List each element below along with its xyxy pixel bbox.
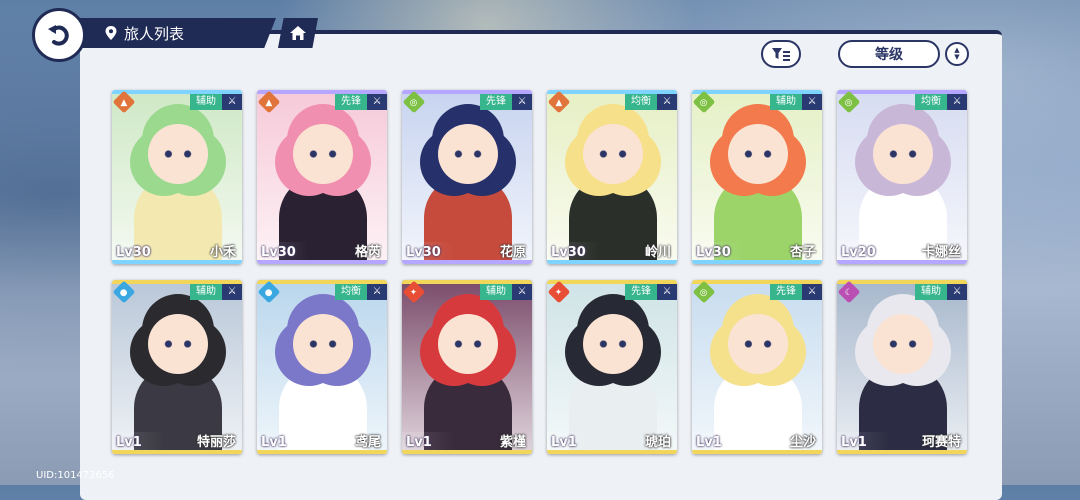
caret-down-icon: ▼ <box>954 53 960 61</box>
character-name: 格芮 <box>354 245 381 260</box>
title-bar: 旅人列表 <box>80 18 276 48</box>
role-label: 均衡 <box>625 94 657 110</box>
role-badge: 均衡 ⚔ <box>915 94 967 110</box>
character-level: Lv1 <box>116 435 142 450</box>
role-badge: 辅助 ⚔ <box>190 284 242 300</box>
character-name: 卡娜丝 <box>921 245 961 260</box>
character-portrait <box>402 90 532 264</box>
character-portrait <box>112 90 242 264</box>
character-portrait <box>257 90 387 264</box>
character-name: 珂赛特 <box>921 435 961 450</box>
role-badge: 辅助 ⚔ <box>190 94 242 110</box>
character-portrait <box>837 90 967 264</box>
character-portrait <box>547 90 677 264</box>
weapon-icon: ⚔ <box>802 284 822 300</box>
back-button[interactable] <box>32 8 86 62</box>
role-badge: 辅助 ⚔ <box>915 284 967 300</box>
character-name: 岭川 <box>644 245 671 260</box>
weapon-icon: ⚔ <box>657 284 677 300</box>
role-label: 先锋 <box>480 94 512 110</box>
character-card[interactable]: ▲ 先锋 ⚔ Lv30 格芮 <box>257 90 387 264</box>
role-badge: 先锋 ⚔ <box>625 284 677 300</box>
character-card[interactable]: ● 辅助 ⚔ Lv1 特丽莎 <box>112 280 242 454</box>
character-portrait <box>112 280 242 454</box>
character-portrait <box>402 280 532 454</box>
character-name: 琥珀 <box>644 435 671 450</box>
page-title: 旅人列表 <box>124 24 185 43</box>
character-level: Lv20 <box>841 245 876 260</box>
role-label: 先锋 <box>335 94 367 110</box>
character-level: Lv1 <box>841 435 867 450</box>
role-badge: 先锋 ⚔ <box>480 94 532 110</box>
character-name: 花原 <box>499 245 526 260</box>
character-level: Lv1 <box>696 435 722 450</box>
character-card[interactable]: ☾ 辅助 ⚔ Lv1 珂赛特 <box>837 280 967 454</box>
home-icon <box>290 26 306 40</box>
character-card[interactable]: ✦ 辅助 ⚔ Lv1 紫槿 <box>402 280 532 454</box>
character-portrait <box>257 280 387 454</box>
filter-button[interactable] <box>761 40 801 68</box>
weapon-icon: ⚔ <box>947 94 967 110</box>
character-card[interactable]: ◎ 先锋 ⚔ Lv1 尘沙 <box>692 280 822 454</box>
character-name: 特丽莎 <box>196 435 236 450</box>
role-label: 均衡 <box>915 94 947 110</box>
role-badge: 先锋 ⚔ <box>335 94 387 110</box>
weapon-icon: ⚔ <box>222 94 242 110</box>
character-name: 杏子 <box>789 245 816 260</box>
role-badge: 先锋 ⚔ <box>770 284 822 300</box>
character-card[interactable]: ▲ 辅助 ⚔ Lv30 小禾 <box>112 90 242 264</box>
character-name: 鸢尾 <box>354 435 381 450</box>
role-label: 辅助 <box>190 284 222 300</box>
location-pin-icon <box>105 26 117 40</box>
character-portrait <box>837 280 967 454</box>
character-level: Lv30 <box>696 245 731 260</box>
user-id-label: UID:101472656 <box>36 470 115 481</box>
character-level: Lv30 <box>406 245 441 260</box>
character-name: 紫槿 <box>499 435 526 450</box>
role-label: 辅助 <box>770 94 802 110</box>
character-level: Lv30 <box>261 245 296 260</box>
character-level: Lv30 <box>116 245 151 260</box>
weapon-icon: ⚔ <box>802 94 822 110</box>
weapon-icon: ⚔ <box>222 284 242 300</box>
sort-by-level-button[interactable]: 等级 <box>838 40 940 68</box>
filter-icon <box>772 48 790 61</box>
sort-order-toggle[interactable]: ▲ ▼ <box>945 42 969 66</box>
weapon-icon: ⚔ <box>657 94 677 110</box>
role-badge: 辅助 ⚔ <box>480 284 532 300</box>
role-label: 辅助 <box>915 284 947 300</box>
weapon-icon: ⚔ <box>512 94 532 110</box>
weapon-icon: ⚔ <box>367 94 387 110</box>
role-label: 均衡 <box>335 284 367 300</box>
character-portrait <box>692 280 822 454</box>
role-badge: 均衡 ⚔ <box>625 94 677 110</box>
character-portrait <box>692 90 822 264</box>
character-level: Lv30 <box>551 245 586 260</box>
character-card[interactable]: ▲ 均衡 ⚔ Lv30 岭川 <box>547 90 677 264</box>
role-label: 先锋 <box>770 284 802 300</box>
character-name: 小禾 <box>209 245 236 260</box>
role-badge: 辅助 ⚔ <box>770 94 822 110</box>
character-level: Lv1 <box>406 435 432 450</box>
role-label: 辅助 <box>190 94 222 110</box>
back-arrow-icon <box>48 25 69 46</box>
character-level: Lv1 <box>551 435 577 450</box>
character-portrait <box>547 280 677 454</box>
character-card[interactable]: ◎ 均衡 ⚔ Lv20 卡娜丝 <box>837 90 967 264</box>
role-badge: 均衡 ⚔ <box>335 284 387 300</box>
weapon-icon: ⚔ <box>947 284 967 300</box>
role-label: 辅助 <box>480 284 512 300</box>
character-level: Lv1 <box>261 435 287 450</box>
character-card[interactable]: ◎ 辅助 ⚔ Lv30 杏子 <box>692 90 822 264</box>
character-name: 尘沙 <box>789 435 816 450</box>
character-card[interactable]: ✦ 先锋 ⚔ Lv1 琥珀 <box>547 280 677 454</box>
character-card[interactable]: ◎ 先锋 ⚔ Lv30 花原 <box>402 90 532 264</box>
weapon-icon: ⚔ <box>512 284 532 300</box>
character-card[interactable]: ● 均衡 ⚔ Lv1 鸢尾 <box>257 280 387 454</box>
home-button[interactable] <box>278 18 318 48</box>
role-label: 先锋 <box>625 284 657 300</box>
weapon-icon: ⚔ <box>367 284 387 300</box>
